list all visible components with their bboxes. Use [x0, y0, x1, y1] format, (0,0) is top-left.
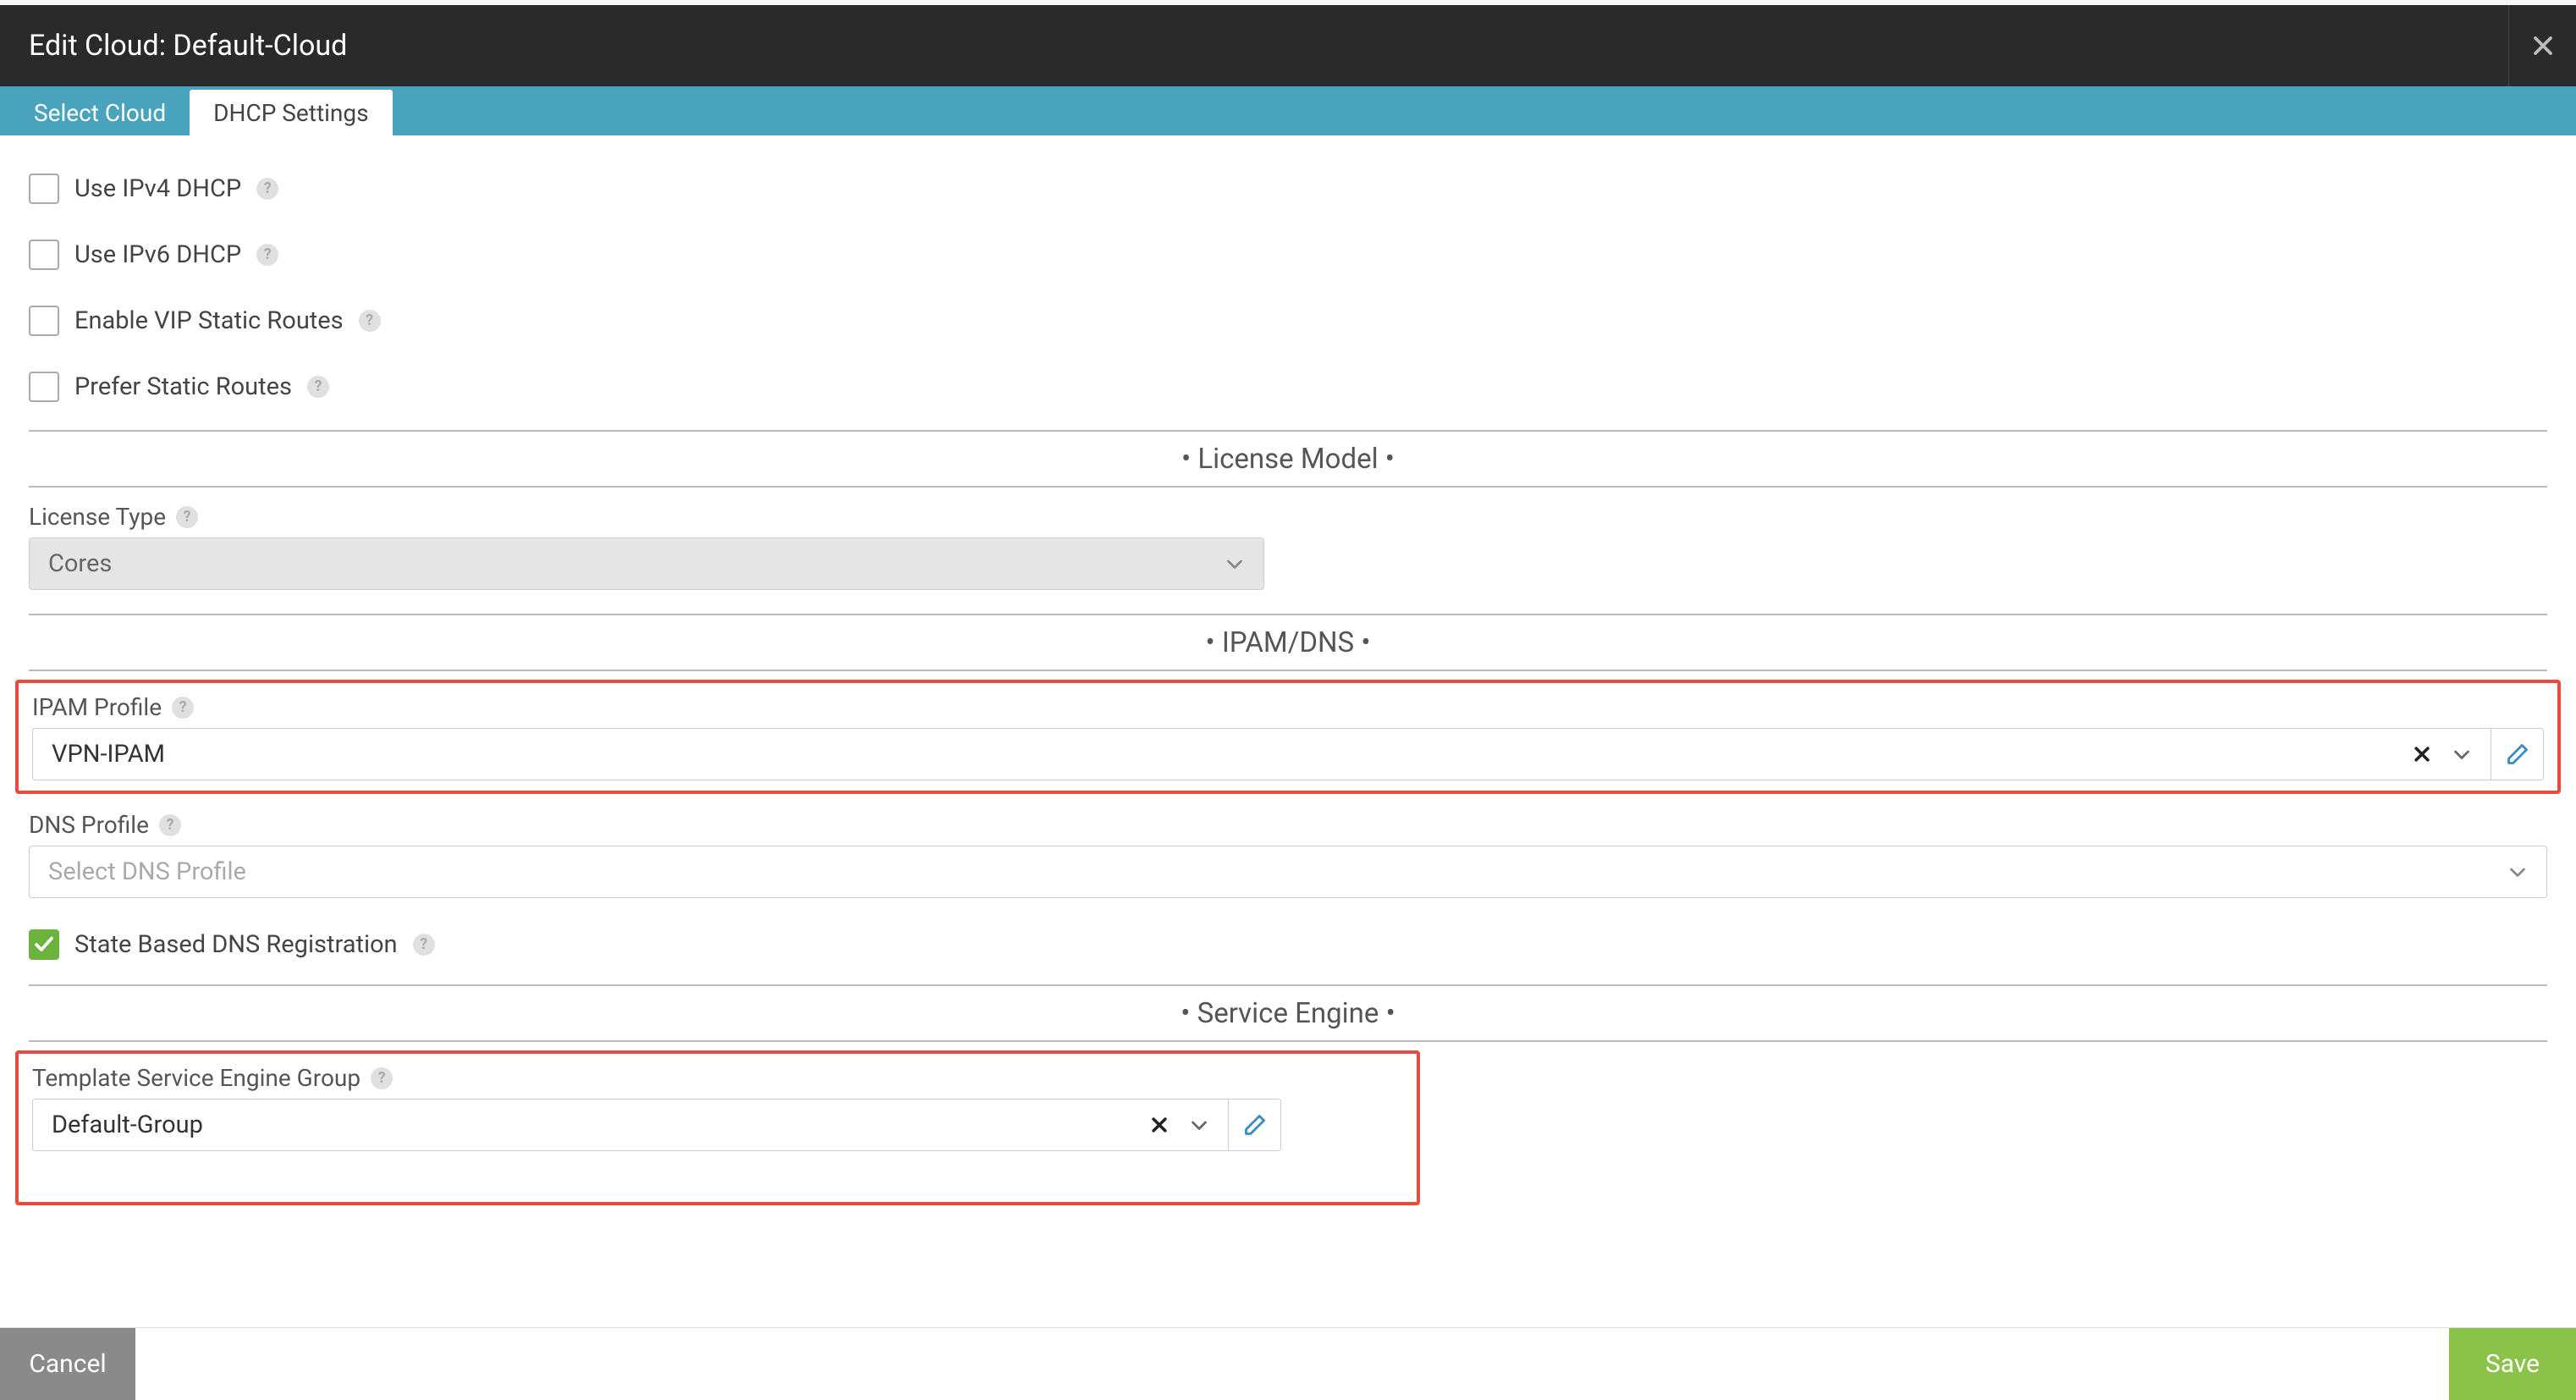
ipam-profile-highlight: IPAM Profile ? VPN-IPAM [15, 680, 2561, 794]
close-icon [2533, 36, 2553, 56]
chevron-down-icon [1189, 1115, 1209, 1135]
checkbox-row-state-dns: State Based DNS Registration ? [29, 912, 2547, 978]
section-ipam-dns: • IPAM/DNS • [29, 614, 2547, 671]
checkbox-row-vip-static: Enable VIP Static Routes ? [29, 288, 2547, 354]
help-icon[interactable]: ? [256, 178, 278, 200]
checkbox-use-ipv6[interactable] [29, 240, 59, 270]
ipam-profile-select[interactable]: VPN-IPAM [32, 728, 2491, 780]
section-license-model: • License Model • [29, 430, 2547, 488]
select-value: Cores [48, 549, 112, 578]
select-value: VPN-IPAM [52, 740, 165, 769]
checkbox-use-ipv4[interactable] [29, 174, 59, 204]
modal-title: Edit Cloud: Default-Cloud [29, 29, 347, 63]
modal-titlebar: Edit Cloud: Default-Cloud [0, 5, 2576, 86]
checkbox-state-dns[interactable] [29, 929, 59, 960]
button-label: Cancel [29, 1349, 106, 1379]
tab-bar: Select Cloud DHCP Settings [0, 86, 2576, 135]
close-button[interactable] [2508, 5, 2576, 86]
checkbox-label: State Based DNS Registration [74, 930, 398, 959]
button-label: Save [2485, 1349, 2540, 1379]
help-icon[interactable]: ? [159, 814, 181, 836]
license-type-select[interactable]: Cores [29, 537, 1264, 590]
help-icon[interactable]: ? [307, 376, 329, 398]
select-value: Default-Group [52, 1111, 203, 1139]
help-icon[interactable]: ? [256, 244, 278, 266]
chevron-down-icon [2452, 744, 2472, 764]
checkbox-label: Use IPv4 DHCP [74, 174, 241, 203]
checkbox-label: Use IPv6 DHCP [74, 240, 241, 269]
se-group-highlight: Template Service Engine Group ? Default-… [15, 1050, 1420, 1205]
dns-profile-group: DNS Profile ? Select DNS Profile [29, 811, 2547, 898]
license-type-group: License Type ? Cores [29, 503, 1264, 590]
checkbox-prefer-static[interactable] [29, 372, 59, 402]
ipam-profile-label: IPAM Profile [32, 693, 162, 721]
tab-label: DHCP Settings [213, 99, 368, 127]
pencil-icon [2506, 742, 2529, 766]
save-button[interactable]: Save [2449, 1328, 2576, 1400]
checkbox-label: Enable VIP Static Routes [74, 306, 344, 335]
se-group-edit-button[interactable] [1229, 1099, 1281, 1151]
help-icon[interactable]: ? [413, 934, 435, 956]
section-service-engine: • Service Engine • [29, 984, 2547, 1042]
dns-profile-select[interactable]: Select DNS Profile [29, 846, 2547, 898]
chevron-down-icon [2507, 862, 2528, 882]
help-icon[interactable]: ? [176, 506, 198, 528]
tab-dhcp-settings[interactable]: DHCP Settings [190, 90, 392, 135]
help-icon[interactable]: ? [371, 1067, 393, 1089]
help-icon[interactable]: ? [172, 697, 194, 719]
clear-icon[interactable] [2403, 745, 2441, 763]
checkbox-label: Prefer Static Routes [74, 372, 292, 401]
footer-spacer [135, 1328, 2449, 1400]
checkbox-row-ipv6: Use IPv6 DHCP ? [29, 222, 2547, 288]
edit-cloud-modal: Edit Cloud: Default-Cloud Select Cloud D… [0, 5, 2576, 1400]
tab-select-cloud[interactable]: Select Cloud [10, 90, 190, 135]
select-placeholder: Select DNS Profile [48, 857, 246, 886]
checkbox-row-ipv4: Use IPv4 DHCP ? [29, 156, 2547, 222]
chevron-down-icon [1225, 554, 1245, 574]
se-group-select[interactable]: Default-Group [32, 1099, 1229, 1151]
cancel-button[interactable]: Cancel [0, 1328, 135, 1400]
checkbox-vip-static[interactable] [29, 306, 59, 336]
modal-footer: Cancel Save [0, 1327, 2576, 1400]
checkbox-row-prefer-static: Prefer Static Routes ? [29, 354, 2547, 420]
ipam-edit-button[interactable] [2491, 728, 2544, 780]
help-icon[interactable]: ? [359, 310, 381, 332]
modal-content: Use IPv4 DHCP ? Use IPv6 DHCP ? Enable V… [0, 135, 2576, 1327]
clear-icon[interactable] [1140, 1116, 1179, 1134]
pencil-icon [1243, 1113, 1267, 1137]
dns-profile-label: DNS Profile [29, 811, 149, 839]
se-group-label: Template Service Engine Group [32, 1064, 361, 1092]
tab-label: Select Cloud [34, 99, 166, 127]
license-type-label: License Type [29, 503, 166, 531]
